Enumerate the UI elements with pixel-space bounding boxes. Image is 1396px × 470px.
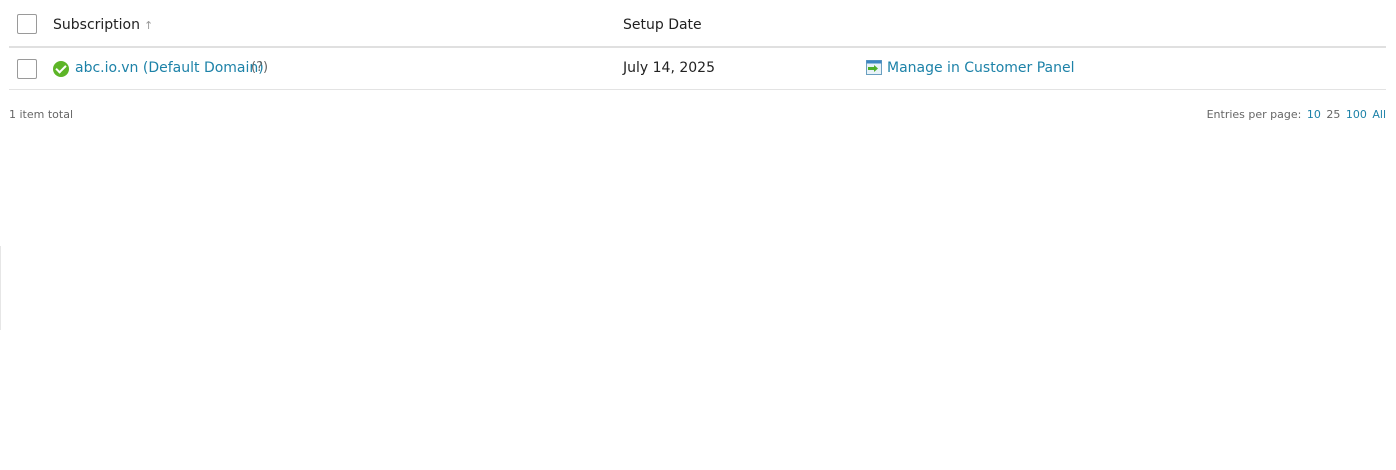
table-footer: 1 item total Entries per page: 10 25 100… [9, 108, 1386, 126]
item-total: 1 item total [9, 108, 73, 121]
customer-panel-icon[interactable] [866, 60, 882, 75]
sort-ascending-icon: ↑ [144, 19, 154, 32]
column-header-subscription[interactable]: Subscription ↑ [53, 15, 153, 36]
column-header-setup-date[interactable]: Setup Date [623, 15, 702, 35]
left-edge-divider [0, 246, 1, 330]
table-row: abc.io.vn (Default Domain) (?) July 14, … [9, 48, 1386, 90]
entries-option-10[interactable]: 10 [1307, 108, 1321, 121]
manage-in-customer-panel-link[interactable]: Manage in Customer Panel [887, 58, 1075, 78]
table-header-row: Subscription ↑ Setup Date [9, 0, 1386, 48]
entries-option-25: 25 [1326, 108, 1341, 121]
check-circle-icon [53, 61, 69, 77]
entries-option-all[interactable]: All [1372, 108, 1386, 121]
subscription-domain-link[interactable]: abc.io.vn (Default Domain) [75, 58, 264, 78]
setup-date-value: July 14, 2025 [623, 60, 715, 76]
help-link[interactable]: (?) [251, 58, 268, 78]
entries-per-page: Entries per page: 10 25 100 All [1207, 108, 1386, 121]
select-all-checkbox[interactable] [17, 14, 37, 34]
entries-per-page-label: Entries per page: [1206, 108, 1302, 121]
subscriptions-page: Subscription ↑ Setup Date abc.io.vn (Defa… [0, 0, 1396, 470]
column-header-subscription-label: Subscription [53, 17, 140, 33]
row-select-checkbox[interactable] [17, 59, 37, 79]
subscriptions-table: Subscription ↑ Setup Date abc.io.vn (Defa… [9, 0, 1386, 90]
entries-option-100[interactable]: 100 [1346, 108, 1367, 121]
